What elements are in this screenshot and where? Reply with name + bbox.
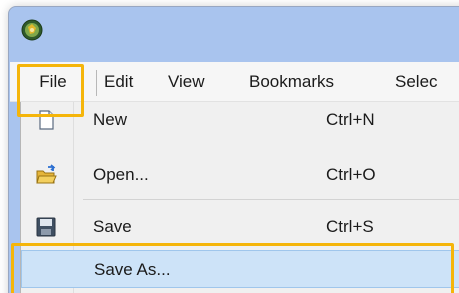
menu-bookmarks[interactable]: Bookmarks xyxy=(249,62,334,102)
save-as-highlight-box xyxy=(11,243,454,293)
screenshot-stage: File Edit View Bookmarks Selec New Ctrl+… xyxy=(0,0,459,293)
menu-separator xyxy=(83,199,459,200)
menu-item-new[interactable]: New Ctrl+N xyxy=(21,102,459,138)
menu-item-label: Open... xyxy=(93,165,149,184)
menu-item-shortcut: Ctrl+N xyxy=(326,110,375,129)
open-folder-icon xyxy=(36,164,57,184)
menu-select[interactable]: Selec xyxy=(395,62,438,102)
menu-view[interactable]: View xyxy=(168,62,205,102)
menu-separator xyxy=(96,70,97,96)
menu-item-label: New xyxy=(93,110,128,129)
menu-item-save[interactable]: Save Ctrl+S xyxy=(21,209,459,245)
menu-item-shortcut: Ctrl+O xyxy=(326,165,376,184)
floppy-disk-icon xyxy=(36,217,56,237)
app-globe-icon[interactable] xyxy=(21,19,43,41)
title-bar xyxy=(9,7,459,69)
menu-item-shortcut: Ctrl+S xyxy=(326,217,374,236)
menu-item-open[interactable]: Open... Ctrl+O xyxy=(21,157,459,193)
menu-edit[interactable]: Edit xyxy=(104,62,133,102)
menu-item-label: Save xyxy=(93,217,132,236)
file-menu-highlight-box xyxy=(17,64,84,117)
